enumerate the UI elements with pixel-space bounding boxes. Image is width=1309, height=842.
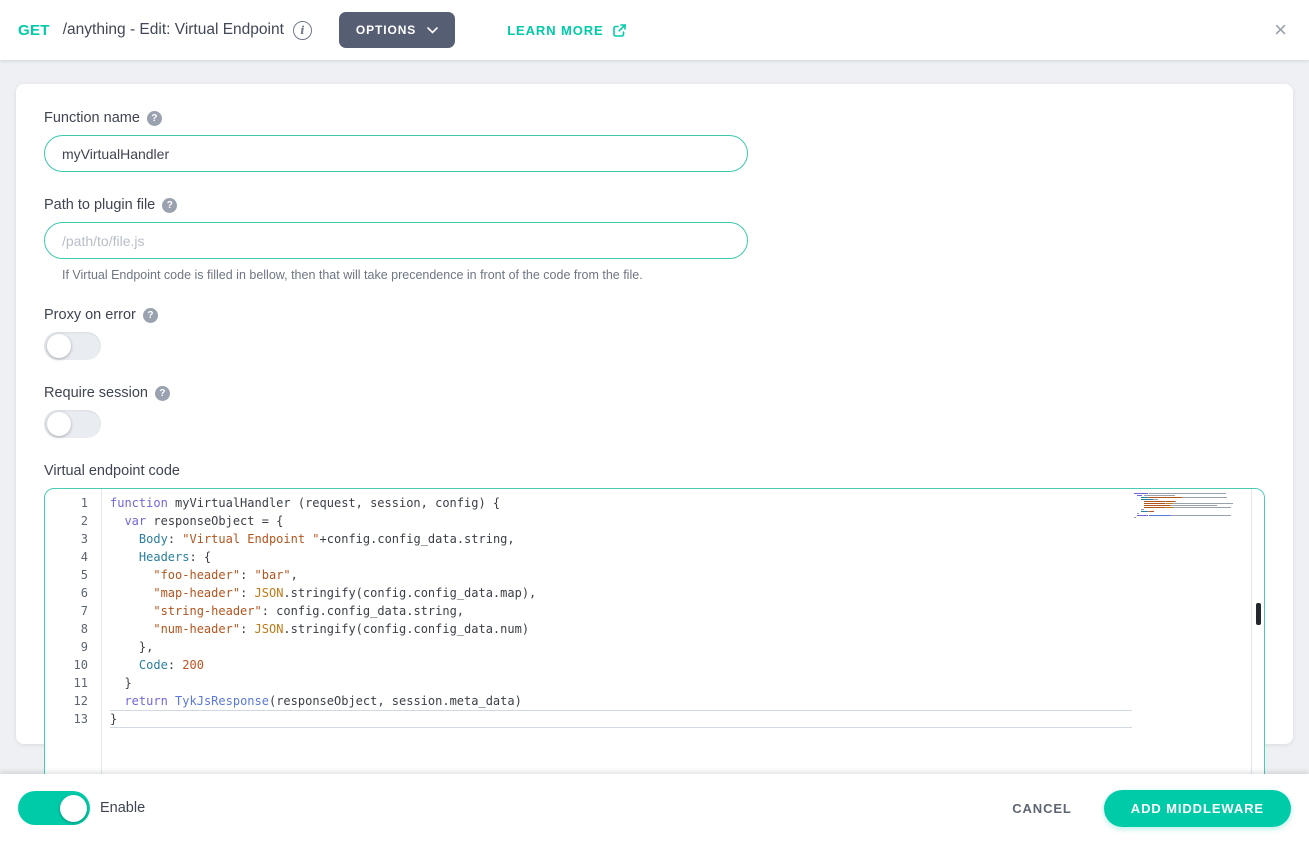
enable-label: Enable xyxy=(100,800,145,816)
proxy-on-error-field: Proxy on error ? xyxy=(44,307,1265,360)
help-icon[interactable]: ? xyxy=(147,111,162,126)
info-icon[interactable]: i xyxy=(293,21,312,40)
enable-toggle[interactable] xyxy=(18,791,90,825)
plugin-path-label-row: Path to plugin file ? xyxy=(44,197,1265,213)
editor-code-lines[interactable]: function myVirtualHandler (request, sess… xyxy=(102,489,1264,785)
learn-more-label: LEARN MORE xyxy=(507,23,603,38)
function-name-field: Function name ? xyxy=(44,110,1265,172)
toggle-knob xyxy=(60,795,87,822)
proxy-on-error-toggle[interactable] xyxy=(44,332,101,360)
proxy-on-error-label: Proxy on error xyxy=(44,307,136,323)
proxy-on-error-label-row: Proxy on error ? xyxy=(44,307,1265,323)
require-session-field: Require session ? xyxy=(44,385,1265,438)
close-icon[interactable]: × xyxy=(1270,19,1291,41)
plugin-path-help-text: If Virtual Endpoint code is filled in be… xyxy=(62,268,1265,282)
learn-more-link[interactable]: LEARN MORE xyxy=(507,23,626,38)
chevron-down-icon xyxy=(427,27,438,34)
toggle-knob xyxy=(47,334,71,358)
cancel-button[interactable]: CANCEL xyxy=(996,801,1088,816)
toggle-knob xyxy=(47,412,71,436)
help-icon[interactable]: ? xyxy=(155,386,170,401)
virtual-endpoint-code-field: Virtual endpoint code 12345678910111213 … xyxy=(44,463,1265,786)
code-label-row: Virtual endpoint code xyxy=(44,463,1265,479)
editor-minimap xyxy=(1134,493,1246,519)
code-label: Virtual endpoint code xyxy=(44,463,180,479)
function-name-label: Function name xyxy=(44,110,140,126)
plugin-path-label: Path to plugin file xyxy=(44,197,155,213)
require-session-label-row: Require session ? xyxy=(44,385,1265,401)
require-session-toggle[interactable] xyxy=(44,410,101,438)
help-icon[interactable]: ? xyxy=(162,198,177,213)
add-middleware-button[interactable]: ADD MIDDLEWARE xyxy=(1104,790,1291,827)
require-session-label: Require session xyxy=(44,385,148,401)
content-area: Function name ? Path to plugin file ? If… xyxy=(0,60,1309,774)
options-button[interactable]: OPTIONS xyxy=(339,12,455,48)
virtual-endpoint-editor-page: GET /anything - Edit: Virtual Endpoint i… xyxy=(0,0,1309,842)
header-bar: GET /anything - Edit: Virtual Endpoint i… xyxy=(0,0,1309,60)
http-method-badge: GET xyxy=(18,22,50,39)
plugin-path-input[interactable] xyxy=(44,222,748,259)
plugin-path-field: Path to plugin file ? If Virtual Endpoin… xyxy=(44,197,1265,282)
editor-scrollbar-handle[interactable] xyxy=(1256,603,1261,625)
help-icon[interactable]: ? xyxy=(143,308,158,323)
middleware-form-card: Function name ? Path to plugin file ? If… xyxy=(16,84,1293,744)
function-name-label-row: Function name ? xyxy=(44,110,1265,126)
code-editor[interactable]: 12345678910111213 function myVirtualHand… xyxy=(44,488,1265,786)
editor-scrollbar[interactable] xyxy=(1251,489,1264,785)
page-title: /anything - Edit: Virtual Endpoint xyxy=(63,21,284,39)
external-link-icon xyxy=(612,23,627,38)
editor-gutter: 12345678910111213 xyxy=(45,489,102,785)
function-name-input[interactable] xyxy=(44,135,748,172)
options-button-label: OPTIONS xyxy=(356,23,416,37)
footer-bar: Enable CANCEL ADD MIDDLEWARE xyxy=(0,774,1309,842)
